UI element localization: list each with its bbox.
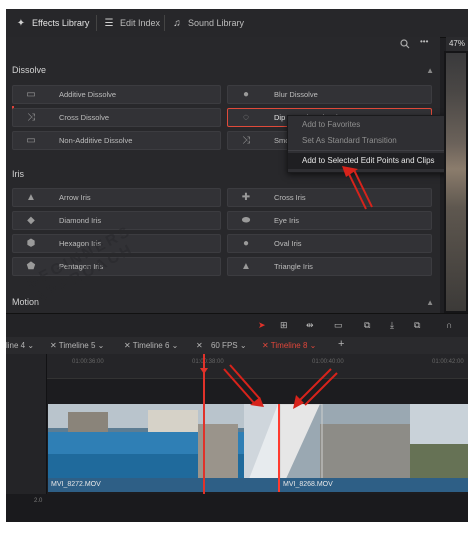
top-toolbar: ✦ Effects Library ☰ Edit Index ♫ Sound Libr… bbox=[6, 9, 468, 38]
sound-library-icon: ♫ bbox=[173, 18, 181, 29]
effect-cross-iris[interactable]: ✚ Cross Iris bbox=[227, 188, 432, 207]
tab-timeline-5[interactable]: ✕ Timeline 5 ⌄ bbox=[50, 337, 104, 354]
zoom-percent: 47% bbox=[446, 37, 468, 51]
clip-name-bar: MVI_8268.MOV bbox=[280, 478, 468, 492]
app-window: ✦ Effects Library ☰ Edit Index ♫ Sound Libr… bbox=[6, 9, 468, 522]
timecode-ruler[interactable]: 01:00:36:00 01:00:38:00 01:00:40:00 01:0… bbox=[46, 354, 468, 379]
overwrite-clip-icon[interactable]: ⤓ bbox=[390, 320, 394, 331]
dip-dissolve-icon: ◌ bbox=[243, 112, 249, 123]
non-additive-icon: ▭ bbox=[26, 135, 36, 146]
menu-item-set-standard-transition[interactable]: Set As Standard Transition bbox=[288, 133, 449, 149]
close-icon: ✕ bbox=[262, 341, 269, 350]
chevron-down-icon: ⌄ bbox=[171, 341, 179, 350]
snapping-icon[interactable]: ∩ bbox=[446, 320, 452, 330]
trim-tool-icon[interactable]: ⊞ bbox=[280, 320, 288, 331]
arrow-iris-icon: ▲ bbox=[26, 192, 36, 203]
chevron-up-icon[interactable]: ▲ bbox=[426, 298, 434, 307]
close-icon: ✕ bbox=[124, 341, 131, 350]
add-tab-button[interactable]: + bbox=[338, 337, 344, 354]
tab-60-fps[interactable]: ✕ 60 FPS ⌄ bbox=[196, 337, 247, 354]
droplet-icon: ● bbox=[242, 89, 250, 100]
audio-track-row: 2.0 bbox=[6, 494, 468, 522]
effect-blur-dissolve[interactable]: ● Blur Dissolve bbox=[227, 85, 432, 104]
effect-arrow-iris[interactable]: ▲ Arrow Iris bbox=[12, 188, 221, 207]
blade-tool-icon[interactable]: ▭ bbox=[334, 320, 343, 331]
viewer-strip bbox=[444, 51, 468, 313]
effect-additive-dissolve[interactable]: ▭ Additive Dissolve bbox=[12, 85, 221, 104]
menu-item-add-favorites[interactable]: Add to Favorites bbox=[288, 117, 449, 133]
context-menu: Add to Favorites Set As Standard Transit… bbox=[287, 115, 450, 173]
effects-library-button[interactable]: ✦ Effects Library bbox=[14, 9, 90, 37]
list-icon: ☰ bbox=[104, 18, 114, 29]
dynamic-trim-icon[interactable]: ⇹ bbox=[306, 320, 314, 331]
section-title-dissolve: Dissolve bbox=[12, 65, 47, 75]
oval-iris-icon: ● bbox=[242, 238, 250, 249]
panel-search-row: ••• bbox=[6, 37, 440, 51]
tab-timeline-6[interactable]: ✕ Timeline 6 ⌄ bbox=[124, 337, 178, 354]
playhead-handle[interactable] bbox=[200, 368, 208, 374]
close-icon: ✕ bbox=[50, 341, 57, 350]
effect-oval-iris[interactable]: ● Oval Iris bbox=[227, 234, 432, 253]
cross-iris-icon: ✚ bbox=[241, 192, 251, 203]
dissolve-thumb-icon: ▭ bbox=[26, 89, 36, 100]
sound-library-button[interactable]: ♫ Sound Library bbox=[170, 9, 244, 37]
effects-panel: ••• Dissolve ▲ ▭ Additive Dissolve ● Blu… bbox=[6, 37, 440, 313]
effect-cross-dissolve[interactable]: ⤨ Cross Dissolve bbox=[12, 108, 221, 127]
diamond-iris-icon: ◆ bbox=[27, 215, 35, 226]
chevron-down-icon: ⌄ bbox=[239, 341, 247, 350]
smooth-cut-icon: ⤨ bbox=[242, 135, 250, 146]
timeline: 01:00:36:00 01:00:38:00 01:00:40:00 01:0… bbox=[6, 354, 468, 522]
cross-dissolve-icon: ⤨ bbox=[27, 112, 35, 123]
search-icon[interactable] bbox=[400, 39, 410, 49]
pointer-tool-icon[interactable]: ➤ bbox=[258, 320, 266, 331]
more-options-button[interactable]: ••• bbox=[420, 37, 428, 46]
magic-wand-icon: ✦ bbox=[16, 18, 26, 29]
chevron-down-icon: ⌄ bbox=[309, 341, 317, 350]
effect-eye-iris[interactable]: ⬬ Eye Iris bbox=[227, 211, 432, 230]
triangle-iris-icon: ▲ bbox=[241, 261, 251, 272]
close-icon: ✕ bbox=[196, 341, 203, 350]
timeline-tabs: line 4 ⌄ ✕ Timeline 5 ⌄ ✕ Timeline 6 ⌄ ✕… bbox=[6, 337, 468, 355]
menu-item-add-to-selected-edit-points[interactable]: Add to Selected Edit Points and Clips bbox=[288, 153, 449, 169]
eye-iris-icon: ⬬ bbox=[241, 215, 251, 226]
effect-triangle-iris[interactable]: ▲ Triangle Iris bbox=[227, 257, 432, 276]
edit-index-button[interactable]: ☰ Edit Index bbox=[102, 9, 161, 37]
chevron-down-icon: ⌄ bbox=[97, 341, 105, 350]
chevron-down-icon: ⌄ bbox=[27, 341, 35, 350]
edit-toolbar: ➤ ⊞ ⇹ ▭ ⧉ ⤓ ⧉ ∩ bbox=[6, 313, 468, 338]
section-title-iris: Iris bbox=[12, 169, 24, 179]
clip-name-bar: MVI_8272.MOV bbox=[48, 478, 278, 492]
tab-timeline-4[interactable]: line 4 ⌄ bbox=[6, 337, 34, 354]
hexagon-iris-icon: ⬢ bbox=[26, 238, 36, 249]
viewer-image bbox=[446, 53, 466, 311]
replace-clip-icon[interactable]: ⧉ bbox=[414, 320, 420, 331]
chevron-up-icon[interactable]: ▲ bbox=[426, 66, 434, 75]
insert-clip-icon[interactable]: ⧉ bbox=[364, 320, 370, 331]
edit-point-marker[interactable] bbox=[278, 404, 280, 492]
effect-non-additive-dissolve[interactable]: ▭ Non-Additive Dissolve bbox=[12, 131, 221, 150]
tab-timeline-8[interactable]: ✕ Timeline 8 ⌄ bbox=[262, 337, 316, 354]
